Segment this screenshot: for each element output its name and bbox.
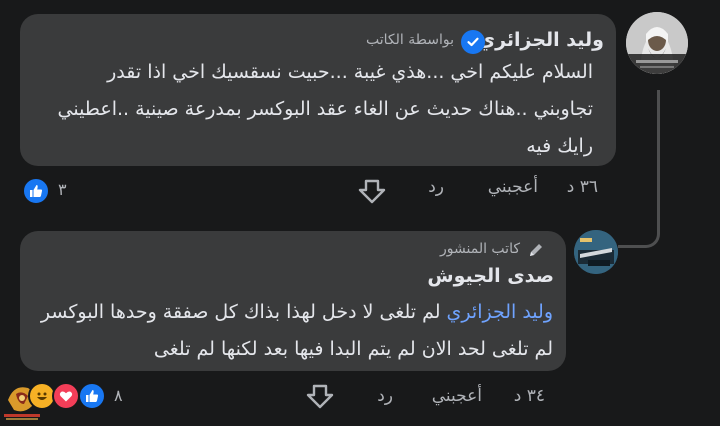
like-reaction-icon[interactable]: [78, 382, 106, 410]
reply-line: لم تلغى لحد الان لم يتم البدا فيها بعد ل…: [153, 338, 553, 360]
reply-time[interactable]: ٣٤ د: [514, 386, 545, 406]
mention-link[interactable]: وليد الجزائري: [447, 301, 553, 323]
share-arrow-icon[interactable]: [357, 178, 387, 208]
reply-button[interactable]: رد: [428, 177, 444, 197]
share-arrow-icon[interactable]: [305, 383, 335, 413]
reaction-count[interactable]: ٨: [114, 386, 123, 405]
pencil-icon: [527, 241, 545, 263]
reply-text-part: لم تلغى لا دخل لهذا بذاك كل صفقة وحدها ا…: [40, 301, 447, 323]
comment-line: رايك فيه: [526, 135, 593, 157]
reaction-count[interactable]: ٣: [58, 180, 67, 199]
like-button[interactable]: أعجبني: [432, 386, 482, 406]
thread-line: [618, 90, 660, 248]
reply-line: وليد الجزائري لم تلغى لا دخل لهذا بذاك ك…: [33, 294, 553, 331]
author-badge: كاتب المنشور: [440, 241, 520, 257]
reply-button[interactable]: رد: [377, 386, 393, 406]
avatar[interactable]: [574, 230, 618, 274]
comment-time[interactable]: ٣٦ د: [567, 177, 598, 197]
avatar[interactable]: [626, 12, 688, 74]
like-reaction-icon[interactable]: [22, 177, 50, 205]
comment-author[interactable]: وليد الجزائري: [478, 29, 604, 51]
comment-line: السلام عليكم اخي ...هذي غيبة ...حبيت نسق…: [107, 61, 593, 83]
love-reaction-icon[interactable]: [52, 382, 80, 410]
profile-photo: [626, 12, 688, 74]
comment-line: تجاوبني ..هناك حديث عن الغاء عقد البوكسر…: [57, 98, 594, 120]
reply-text: وليد الجزائري لم تلغى لا دخل لهذا بذاك ك…: [33, 294, 553, 368]
comment-text: السلام عليكم اخي ...هذي غيبة ...حبيت نسق…: [33, 54, 594, 165]
like-button[interactable]: أعجبني: [488, 177, 538, 197]
author-badge: بواسطة الكاتب: [366, 32, 454, 48]
verified-icon: [461, 30, 485, 54]
profile-photo: [574, 230, 618, 274]
reply-author[interactable]: صدى الجيوش: [427, 265, 554, 287]
